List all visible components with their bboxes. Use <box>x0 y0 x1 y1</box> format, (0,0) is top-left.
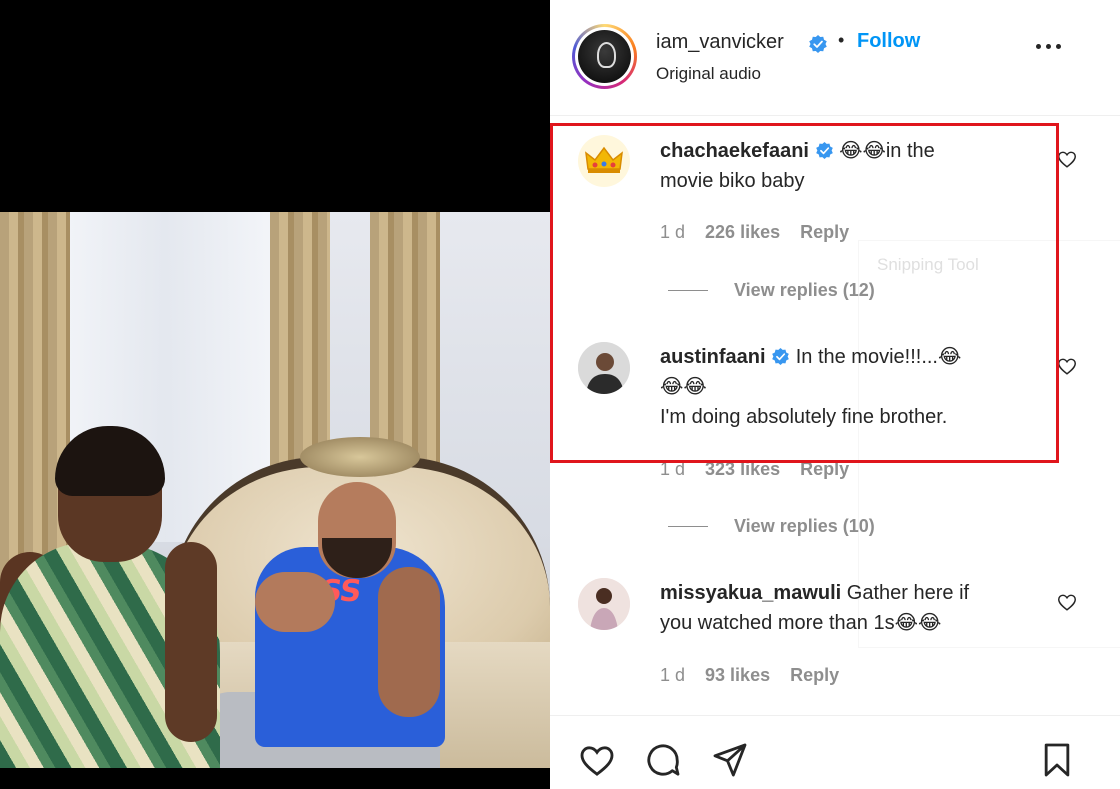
author-username[interactable]: iam_vanvicker <box>656 31 784 54</box>
profile-photo-icon <box>578 342 630 394</box>
comment-meta: 1 d 93 likes Reply <box>660 665 839 686</box>
comment-text-line: 😂😂 <box>660 376 707 398</box>
comment-likes[interactable]: 226 likes <box>705 222 780 243</box>
comment-icon[interactable] <box>643 740 683 780</box>
reply-button[interactable]: Reply <box>800 459 849 480</box>
comment-time[interactable]: 1 d <box>660 665 685 686</box>
woman-arm-right <box>165 542 217 742</box>
comment-meta: 1 d 226 likes Reply <box>660 222 849 243</box>
snipping-tool-label: Snipping Tool <box>877 255 979 274</box>
separator-dot: • <box>838 30 845 50</box>
verified-badge-icon <box>772 347 789 366</box>
comment-body: austinfaani In the movie!!!...😂 😂😂 I'm d… <box>660 342 1030 432</box>
comment-text-line: In the movie!!!...😂 <box>795 346 962 368</box>
commenter-avatar[interactable] <box>578 578 630 630</box>
comment-like-heart-icon[interactable] <box>1056 591 1078 613</box>
crown-avatar-icon <box>585 146 623 173</box>
comment-likes[interactable]: 323 likes <box>705 459 780 480</box>
comment-likes[interactable]: 93 likes <box>705 665 770 686</box>
video-player[interactable]: OSS <box>0 0 550 789</box>
comment-text-line: Gather here if <box>846 582 970 604</box>
comment-username[interactable]: austinfaani <box>660 346 766 368</box>
send-icon[interactable] <box>710 740 750 780</box>
more-options-icon[interactable] <box>1036 44 1061 49</box>
view-replies-label: View replies (12) <box>734 280 875 300</box>
bookmark-icon[interactable] <box>1037 740 1077 780</box>
comment-like-heart-icon[interactable] <box>1056 148 1078 170</box>
reply-button[interactable]: Reply <box>800 222 849 243</box>
post-action-bar <box>550 715 1120 789</box>
verified-badge-icon <box>809 35 827 53</box>
comment-text-line: I'm doing absolutely fine brother. <box>660 406 948 428</box>
man-hands <box>255 572 335 632</box>
author-avatar[interactable] <box>572 24 637 89</box>
heart-icon[interactable] <box>577 740 617 780</box>
man-arm <box>378 567 440 717</box>
comment-like-heart-icon[interactable] <box>1056 355 1078 377</box>
profile-photo-icon <box>578 578 630 630</box>
comment-text-line: 😂😂in the <box>839 140 935 162</box>
comment-body: missyakua_mawuli Gather here if you watc… <box>660 578 1030 638</box>
comment-time[interactable]: 1 d <box>660 459 685 480</box>
post-details-panel: iam_vanvicker • Follow Original audio Sn… <box>550 0 1120 789</box>
view-replies-button[interactable]: View replies (10) <box>668 516 875 537</box>
author-avatar-image <box>578 30 631 83</box>
commenter-avatar[interactable] <box>578 135 630 187</box>
comment-text-line: movie biko baby <box>660 170 805 192</box>
audio-label[interactable]: Original audio <box>656 64 761 84</box>
comment-time[interactable]: 1 d <box>660 222 685 243</box>
comment-username[interactable]: missyakua_mawuli <box>660 582 841 604</box>
sofa-carving <box>300 437 420 477</box>
post-header: iam_vanvicker • Follow Original audio <box>550 0 1120 116</box>
verified-badge-icon <box>815 141 833 160</box>
view-replies-button[interactable]: View replies (12) <box>668 280 875 301</box>
video-frame: OSS <box>0 212 550 768</box>
commenter-avatar[interactable] <box>578 342 630 394</box>
comment-meta: 1 d 323 likes Reply <box>660 459 849 480</box>
comment-text-line: you watched more than 1s😂😂 <box>660 612 942 634</box>
view-replies-label: View replies (10) <box>734 516 875 536</box>
reply-button[interactable]: Reply <box>790 665 839 686</box>
comment-body: chachaekefaani 😂😂in the movie biko baby <box>660 136 1030 196</box>
comment-username[interactable]: chachaekefaani <box>660 140 809 162</box>
follow-button[interactable]: Follow <box>857 30 920 53</box>
